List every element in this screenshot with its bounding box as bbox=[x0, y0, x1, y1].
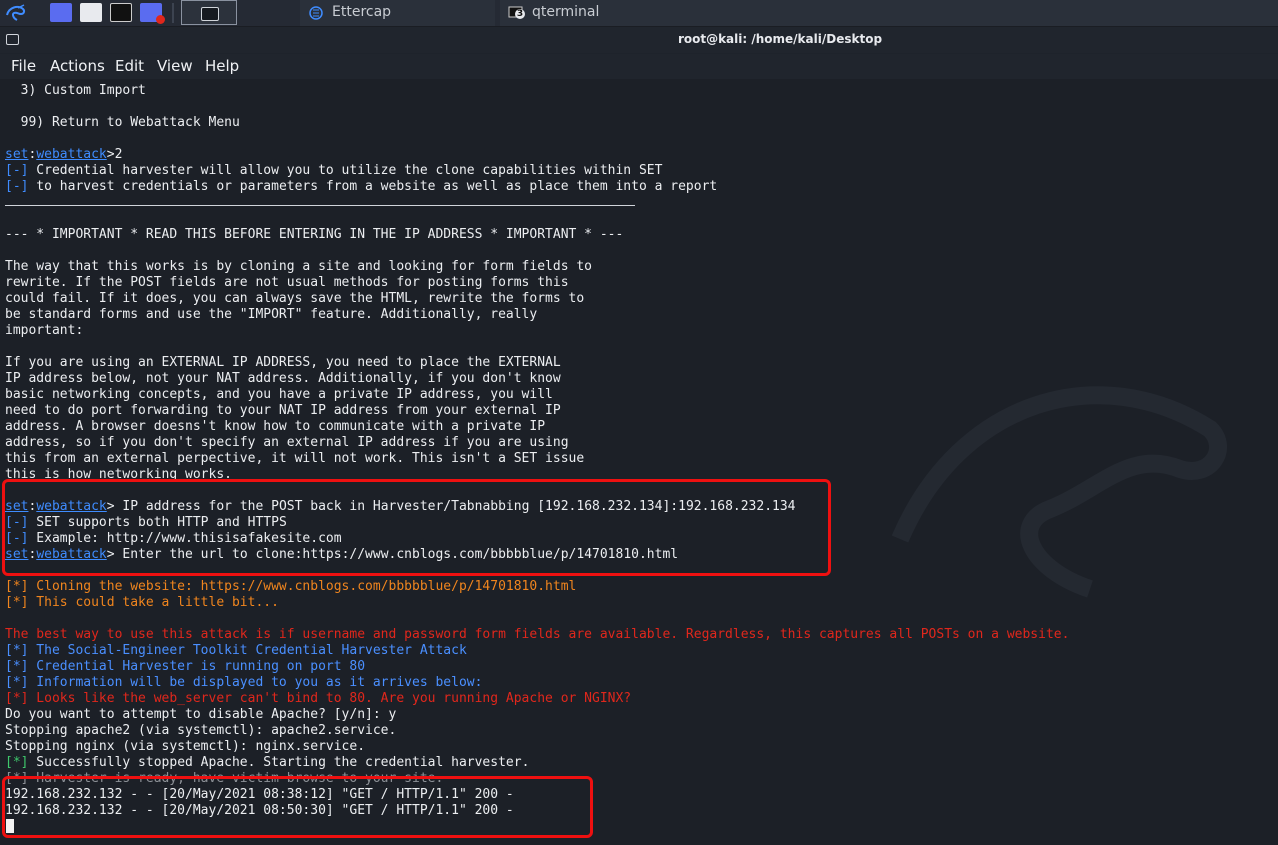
info-text: to harvest credentials or parameters fro… bbox=[28, 179, 718, 194]
divider bbox=[5, 205, 635, 210]
prompt-module: webattack bbox=[36, 147, 107, 162]
task-qterminal[interactable]: 3 qterminal bbox=[500, 0, 1278, 26]
info-marker: [-] bbox=[5, 163, 29, 178]
info-text: Credential harvester will allow you to u… bbox=[28, 163, 663, 178]
output-line: Stopping nginx (via systemctl): nginx.se… bbox=[5, 739, 366, 754]
prompt-line: set:webattack>2 bbox=[5, 147, 123, 162]
highlight-box-prompts bbox=[2, 479, 831, 576]
kali-menu-icon[interactable] bbox=[4, 1, 28, 25]
output-line: 3) Custom Import bbox=[5, 83, 146, 98]
panel-separator bbox=[172, 3, 174, 23]
info-line: [*] The Social-Engineer Toolkit Credenti… bbox=[5, 643, 467, 658]
workspace-switcher[interactable] bbox=[181, 0, 237, 25]
task-label: qterminal bbox=[532, 4, 600, 20]
info-line: [-] to harvest credentials or parameters… bbox=[5, 179, 717, 195]
prompt-set: set bbox=[5, 147, 29, 162]
output-line: 99) Return to Webattack Menu bbox=[5, 115, 240, 130]
terminal-icon[interactable] bbox=[110, 3, 132, 22]
success-text: Successfully stopped Apache. Starting th… bbox=[28, 755, 530, 770]
record-dot-icon bbox=[156, 15, 165, 24]
info-marker: [-] bbox=[5, 179, 29, 194]
error-line: [*] Looks like the web_server can't bind… bbox=[5, 691, 632, 706]
screen-recorder-icon[interactable] bbox=[140, 3, 165, 24]
paragraph-line: address. A browser doesns't know how to … bbox=[5, 419, 546, 434]
show-desktop-icon[interactable] bbox=[50, 3, 72, 22]
prompt-input: >2 bbox=[106, 147, 123, 162]
paragraph-line: address, so if you don't specify an exte… bbox=[5, 435, 569, 450]
warning-line: [*] This could take a little bit... bbox=[5, 595, 279, 610]
paragraph-line: important: bbox=[5, 323, 84, 338]
important-banner: --- * IMPORTANT * READ THIS BEFORE ENTER… bbox=[5, 227, 624, 242]
highlight-box-logs bbox=[2, 776, 593, 838]
window-title: root@kali: /home/kali/Desktop bbox=[677, 32, 883, 46]
ettercap-icon bbox=[309, 6, 323, 20]
paragraph-line: need to do port forwarding to your NAT I… bbox=[5, 403, 561, 418]
info-line: [-] Credential harvester will allow you … bbox=[5, 163, 662, 179]
success-marker: [*] bbox=[5, 755, 29, 770]
terminal-output[interactable]: 3) Custom Import 99) Return to Webattack… bbox=[0, 79, 1278, 845]
warning-line: [*] Cloning the website: https://www.cnb… bbox=[5, 579, 577, 594]
output-line: Stopping apache2 (via systemctl): apache… bbox=[5, 723, 397, 738]
paragraph-line: IP address below, not your NAT address. … bbox=[5, 371, 561, 386]
menu-edit[interactable]: Edit bbox=[115, 57, 144, 75]
window-titlebar[interactable]: root@kali: /home/kali/Desktop bbox=[0, 27, 1278, 53]
menu-file[interactable]: File bbox=[11, 57, 36, 75]
success-line: [*] Successfully stopped Apache. Startin… bbox=[5, 755, 529, 771]
task-count-badge: 3 bbox=[515, 9, 525, 19]
paragraph-line: be standard forms and use the "IMPORT" f… bbox=[5, 307, 538, 322]
task-label: Ettercap bbox=[332, 4, 392, 20]
menubar: File Actions Edit View Help bbox=[0, 54, 1278, 79]
info-line: [*] Credential Harvester is running on p… bbox=[5, 659, 366, 674]
paragraph-line: If you are using an EXTERNAL IP ADDRESS,… bbox=[5, 355, 561, 370]
error-line: The best way to use this attack is if us… bbox=[5, 627, 1070, 642]
workspace-window-icon bbox=[201, 7, 219, 21]
task-ettercap[interactable]: Ettercap bbox=[300, 0, 495, 26]
top-panel: Ettercap 3 qterminal bbox=[0, 0, 1278, 27]
paragraph-line: rewrite. If the POST fields are not usua… bbox=[5, 275, 569, 290]
info-line: [*] Information will be displayed to you… bbox=[5, 675, 483, 690]
background-dragon-watermark bbox=[891, 386, 1227, 598]
output-line: Do you want to attempt to disable Apache… bbox=[5, 707, 397, 722]
paragraph-line: this from an external perpective, it wil… bbox=[5, 451, 585, 466]
menu-actions[interactable]: Actions bbox=[50, 57, 105, 75]
file-manager-icon[interactable] bbox=[80, 3, 102, 22]
paragraph-line: could fail. If it does, you can always s… bbox=[5, 291, 585, 306]
menu-help[interactable]: Help bbox=[205, 57, 239, 75]
paragraph-line: basic networking concepts, and you have … bbox=[5, 387, 553, 402]
paragraph-line: The way that this works is by cloning a … bbox=[5, 259, 592, 274]
menu-view[interactable]: View bbox=[157, 57, 193, 75]
